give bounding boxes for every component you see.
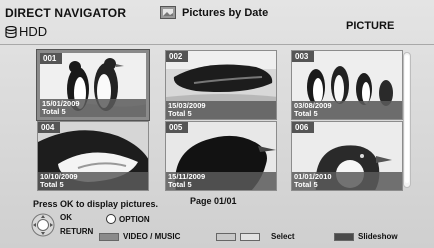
thumbnail-info: 15/03/2009 Total 5: [166, 101, 276, 119]
select-label: Select: [271, 232, 295, 241]
page-indicator: Page 01/01: [190, 196, 237, 206]
option-button[interactable]: OPTION: [106, 214, 150, 224]
thumbnail-number: 004: [38, 122, 61, 133]
thumbnail-total: Total 5: [294, 180, 318, 189]
cursor-ok-button-icon[interactable]: [31, 213, 55, 237]
thumbnail-006[interactable]: 006 01/01/2010 Total 5: [291, 121, 403, 191]
thumbnail-001[interactable]: 001 15/01/2009 Total 5: [37, 50, 149, 120]
slideshow-label: Slideshow: [358, 232, 398, 241]
thumbnail-number: 006: [292, 122, 315, 133]
thumbnail-info: 01/01/2010 Total 5: [292, 172, 402, 190]
thumbnail-number: 003: [292, 51, 315, 62]
category-label: PICTURE: [346, 20, 395, 32]
thumbnail-005[interactable]: 005 15/11/2009 Total 5: [165, 121, 277, 191]
thumbnail-info: 03/08/2009 Total 5: [292, 101, 402, 119]
hdd-icon: [5, 25, 17, 38]
drive-indicator: HDD: [5, 24, 47, 39]
ok-label: OK: [60, 213, 72, 222]
header-divider: [0, 44, 434, 45]
view-mode-label: Pictures by Date: [182, 6, 269, 19]
slideshow-key-icon[interactable]: [334, 233, 354, 241]
scrollbar[interactable]: [403, 52, 411, 188]
video-music-label: VIDEO / MUSIC: [123, 232, 181, 241]
thumbnail-total: Total 5: [42, 107, 66, 116]
thumbnail-total: Total 5: [294, 109, 318, 118]
scrollbar-thumb[interactable]: [405, 55, 409, 183]
view-mode: Pictures by Date: [160, 6, 268, 19]
thumbnail-number: 005: [166, 122, 189, 133]
hint-text: Press OK to display pictures.: [33, 199, 159, 209]
select-key-1-icon[interactable]: [216, 233, 236, 241]
thumbnail-info: 15/01/2009 Total 5: [40, 99, 146, 117]
option-label: OPTION: [119, 214, 150, 224]
picture-folder-icon: [160, 6, 176, 19]
thumbnail-003[interactable]: 003 03/08/2009 Total 5: [291, 50, 403, 120]
return-label: RETURN: [60, 227, 94, 236]
direct-navigator-screen: DIRECT NAVIGATOR HDD Pictures by Date PI…: [0, 0, 434, 248]
thumbnail-number: 002: [166, 51, 189, 62]
thumbnail-004[interactable]: 004 10/10/2009 Total 5: [37, 121, 149, 191]
thumbnail-info: 15/11/2009 Total 5: [166, 172, 276, 190]
drive-label: HDD: [19, 24, 48, 39]
thumbnail-info: 10/10/2009 Total 5: [38, 172, 148, 190]
thumbnail-002[interactable]: 002 15/03/2009 Total 5: [165, 50, 277, 120]
thumbnail-total: Total 5: [40, 180, 64, 189]
video-music-key-icon[interactable]: [99, 233, 119, 241]
option-circle-icon: [106, 214, 116, 224]
select-key-2-icon[interactable]: [240, 233, 260, 241]
thumbnail-total: Total 5: [168, 109, 192, 118]
thumbnail-number: 001: [40, 53, 63, 64]
page-title: DIRECT NAVIGATOR: [5, 6, 127, 20]
thumbnail-total: Total 5: [168, 180, 192, 189]
